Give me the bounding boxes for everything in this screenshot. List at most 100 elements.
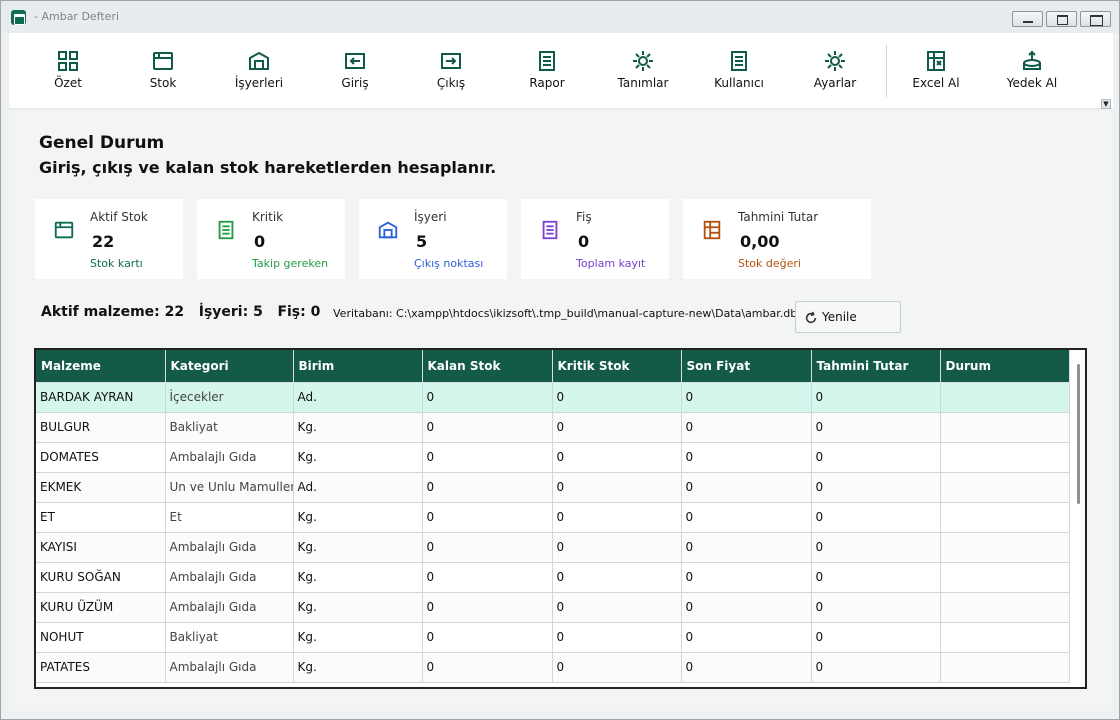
table-row[interactable]: PATATES Ambalajlı Gıda Kg. 0 0 0 0 bbox=[36, 652, 1070, 683]
table-row[interactable]: NOHUT Bakliyat Kg. 0 0 0 0 bbox=[36, 622, 1070, 653]
table-cell[interactable] bbox=[940, 502, 1070, 533]
minimize-button[interactable] bbox=[1012, 11, 1043, 27]
toolbar-overflow-button[interactable]: ▼ bbox=[1101, 99, 1111, 109]
toolbar-button-stok[interactable]: Stok bbox=[123, 49, 203, 95]
table-cell[interactable]: Ad. bbox=[293, 472, 423, 503]
table-cell[interactable]: Ambalajlı Gıda bbox=[165, 592, 294, 623]
toolbar-button-giris[interactable]: Giriş bbox=[315, 49, 395, 95]
table-cell[interactable]: 0 bbox=[552, 442, 682, 473]
table-cell[interactable]: 0 bbox=[552, 532, 682, 563]
column-header[interactable]: Malzeme bbox=[36, 350, 166, 383]
table-cell[interactable]: BARDAK AYRAN bbox=[36, 382, 166, 413]
table-cell[interactable] bbox=[940, 562, 1070, 593]
table-cell[interactable] bbox=[940, 412, 1070, 443]
table-row[interactable]: KAYISI Ambalajlı Gıda Kg. 0 0 0 0 bbox=[36, 532, 1070, 563]
table-row[interactable]: DOMATES Ambalajlı Gıda Kg. 0 0 0 0 bbox=[36, 442, 1070, 473]
table-cell[interactable]: 0 bbox=[811, 442, 941, 473]
toolbar-button-ozet[interactable]: Özet bbox=[28, 49, 108, 95]
toolbar-button-ayarlar[interactable]: Ayarlar bbox=[795, 49, 875, 95]
table-cell[interactable]: 0 bbox=[552, 562, 682, 593]
table-cell[interactable] bbox=[940, 652, 1070, 683]
table-cell[interactable] bbox=[940, 472, 1070, 503]
table-cell[interactable]: Kg. bbox=[293, 592, 423, 623]
table-cell[interactable] bbox=[940, 592, 1070, 623]
table-cell[interactable]: BULGUR bbox=[36, 412, 166, 443]
table-cell[interactable]: PATATES bbox=[36, 652, 166, 683]
table-cell[interactable]: Bakliyat bbox=[165, 412, 294, 443]
toolbar-button-cikis[interactable]: Çıkış bbox=[411, 49, 491, 95]
table-cell[interactable]: 0 bbox=[681, 592, 812, 623]
table-cell[interactable]: 0 bbox=[681, 652, 812, 683]
table-cell[interactable]: Kg. bbox=[293, 412, 423, 443]
column-header[interactable]: Durum bbox=[940, 350, 1070, 383]
toolbar-button-tanimlar[interactable]: Tanımlar bbox=[603, 49, 683, 95]
table-cell[interactable] bbox=[940, 532, 1070, 563]
toolbar-button-kullanici[interactable]: Kullanıcı bbox=[699, 49, 779, 95]
column-header[interactable]: Tahmini Tutar bbox=[811, 350, 941, 383]
table-cell[interactable]: 0 bbox=[552, 622, 682, 653]
table-cell[interactable]: 0 bbox=[552, 412, 682, 443]
table-cell[interactable]: 0 bbox=[681, 502, 812, 533]
refresh-button[interactable]: Yenile bbox=[795, 301, 901, 333]
table-cell[interactable]: ET bbox=[36, 502, 166, 533]
table-cell[interactable]: Ambalajlı Gıda bbox=[165, 442, 294, 473]
table-cell[interactable]: 0 bbox=[811, 532, 941, 563]
table-cell[interactable]: Kg. bbox=[293, 622, 423, 653]
table-cell[interactable]: Ambalajlı Gıda bbox=[165, 562, 294, 593]
table-cell[interactable]: 0 bbox=[681, 382, 812, 413]
table-cell[interactable]: Ad. bbox=[293, 382, 423, 413]
table-cell[interactable]: 0 bbox=[811, 472, 941, 503]
table-cell[interactable]: Kg. bbox=[293, 442, 423, 473]
table-cell[interactable] bbox=[940, 382, 1070, 413]
table-cell[interactable]: 0 bbox=[422, 622, 553, 653]
table-cell[interactable]: Kg. bbox=[293, 652, 423, 683]
maximize-button[interactable] bbox=[1046, 11, 1077, 27]
table-row[interactable]: ET Et Kg. 0 0 0 0 bbox=[36, 502, 1070, 533]
table-cell[interactable]: 0 bbox=[422, 382, 553, 413]
toolbar-button-excel-al[interactable]: Excel Al bbox=[896, 49, 976, 95]
column-header[interactable]: Kritik Stok bbox=[552, 350, 682, 383]
table-cell[interactable]: Bakliyat bbox=[165, 622, 294, 653]
table-cell[interactable]: KAYISI bbox=[36, 532, 166, 563]
table-cell[interactable]: 0 bbox=[811, 412, 941, 443]
toolbar-button-rapor[interactable]: Rapor bbox=[507, 49, 587, 95]
toolbar-button-yedek-al[interactable]: Yedek Al bbox=[992, 49, 1072, 95]
table-row[interactable]: EKMEK Un ve Unlu Mamulleri Ad. 0 0 0 0 bbox=[36, 472, 1070, 503]
table-cell[interactable]: Et bbox=[165, 502, 294, 533]
table-cell[interactable]: 0 bbox=[552, 382, 682, 413]
table-cell[interactable]: 0 bbox=[422, 652, 553, 683]
table-cell[interactable]: DOMATES bbox=[36, 442, 166, 473]
column-header[interactable]: Birim bbox=[293, 350, 423, 383]
table-cell[interactable]: KURU SOĞAN bbox=[36, 562, 166, 593]
table-cell[interactable]: 0 bbox=[681, 562, 812, 593]
table-cell[interactable]: 0 bbox=[422, 562, 553, 593]
table-cell[interactable]: Ambalajlı Gıda bbox=[165, 652, 294, 683]
table-cell[interactable]: 0 bbox=[811, 502, 941, 533]
table-cell[interactable]: 0 bbox=[422, 472, 553, 503]
table-cell[interactable]: 0 bbox=[681, 472, 812, 503]
table-row[interactable]: BULGUR Bakliyat Kg. 0 0 0 0 bbox=[36, 412, 1070, 443]
table-cell[interactable]: EKMEK bbox=[36, 472, 166, 503]
table-cell[interactable]: 0 bbox=[422, 592, 553, 623]
stock-table[interactable]: Malzeme Kategori Birim Kalan Stok Kritik… bbox=[34, 348, 1087, 689]
table-row[interactable]: KURU SOĞAN Ambalajlı Gıda Kg. 0 0 0 0 bbox=[36, 562, 1070, 593]
table-cell[interactable]: Kg. bbox=[293, 562, 423, 593]
table-cell[interactable]: Kg. bbox=[293, 502, 423, 533]
table-cell[interactable]: 0 bbox=[681, 622, 812, 653]
table-cell[interactable]: 0 bbox=[552, 652, 682, 683]
table-cell[interactable]: 0 bbox=[422, 442, 553, 473]
table-cell[interactable]: 0 bbox=[811, 622, 941, 653]
table-cell[interactable]: 0 bbox=[422, 502, 553, 533]
table-cell[interactable]: 0 bbox=[811, 652, 941, 683]
column-header[interactable]: Kalan Stok bbox=[422, 350, 553, 383]
table-cell[interactable]: 0 bbox=[681, 442, 812, 473]
table-cell[interactable]: NOHUT bbox=[36, 622, 166, 653]
table-cell[interactable]: 0 bbox=[811, 592, 941, 623]
column-header[interactable]: Kategori bbox=[165, 350, 294, 383]
toolbar-button-isyerleri[interactable]: İşyerleri bbox=[219, 49, 299, 95]
table-cell[interactable] bbox=[940, 622, 1070, 653]
table-cell[interactable] bbox=[940, 442, 1070, 473]
table-cell[interactable]: 0 bbox=[811, 562, 941, 593]
table-cell[interactable]: 0 bbox=[552, 502, 682, 533]
table-cell[interactable]: Ambalajlı Gıda bbox=[165, 532, 294, 563]
